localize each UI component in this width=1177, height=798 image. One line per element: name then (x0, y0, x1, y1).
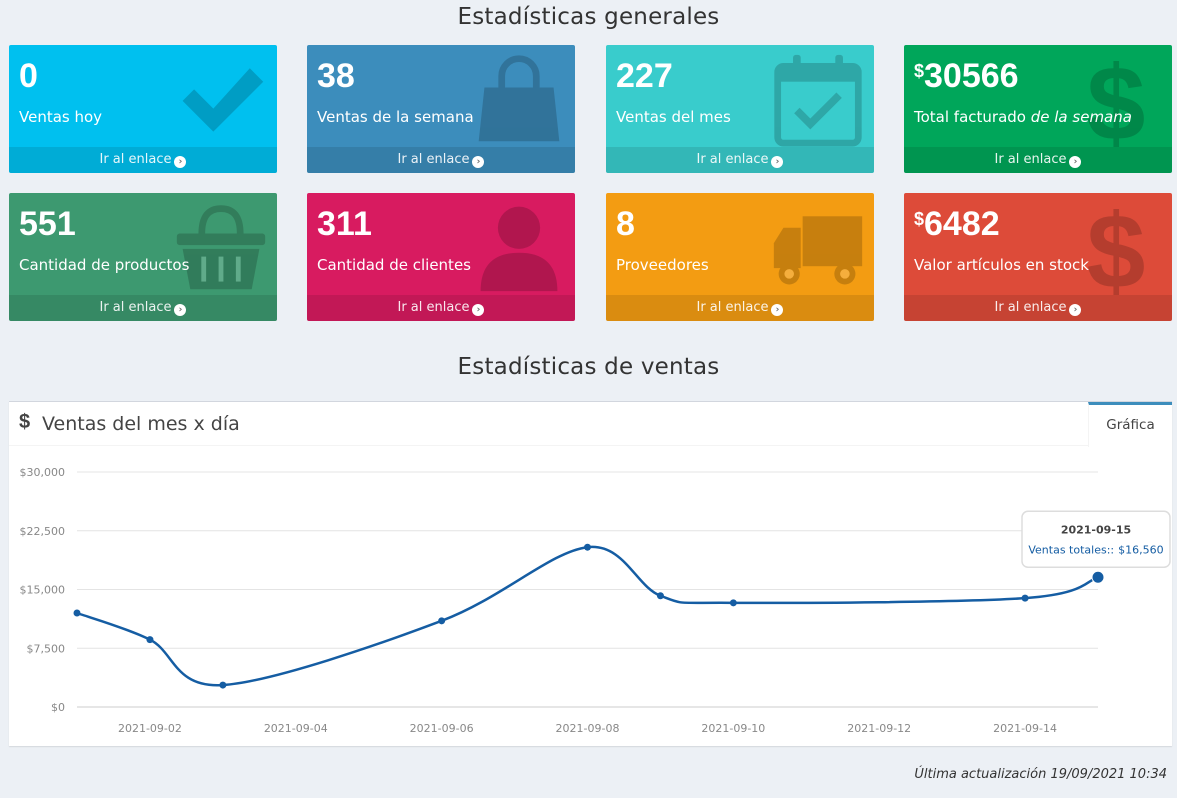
series-line (76, 545, 1099, 687)
stat-box-6: 311 Cantidad de clientes Ir al enlace › (307, 193, 575, 321)
box-link[interactable]: Ir al enlace › (606, 295, 874, 321)
arrow-circle-right-icon: › (1069, 304, 1082, 316)
dollar-icon: $ (19, 411, 31, 433)
x-tick-label: 2021-09-08 (556, 722, 620, 735)
data-point (656, 592, 664, 600)
stat-value: 311 (317, 205, 372, 243)
svg-text:$: $ (1087, 199, 1146, 295)
stat-value: $6482 (914, 205, 1000, 243)
tooltip-value: Ventas totales:: $16,560 (1028, 543, 1163, 556)
x-tick-label: 2021-09-12 (847, 722, 911, 735)
dollar-icon: $ (1068, 45, 1164, 162)
stat-label: Cantidad de clientes (317, 256, 471, 274)
tab-grafica[interactable]: Gráfica (1088, 402, 1172, 447)
box-link[interactable]: Ir al enlace › (606, 147, 874, 173)
arrow-circle-right-icon: › (771, 156, 784, 168)
data-point (1021, 594, 1029, 602)
tooltip-date: 2021-09-15 (1061, 523, 1131, 536)
arrow-circle-right-icon: › (174, 304, 187, 316)
check-icon (173, 51, 269, 147)
chart-header: $ Ventas del mes x día (9, 402, 1172, 446)
general-stats-title: Estadísticas generales (457, 4, 720, 30)
stat-value: 38 (317, 57, 355, 95)
stat-box-3: 227 Ventas del mes Ir al enlace › (606, 45, 874, 173)
stat-label: Proveedores (616, 256, 709, 274)
box-link[interactable]: Ir al enlace › (904, 295, 1172, 321)
data-point (146, 636, 154, 644)
arrow-circle-right-icon: › (472, 304, 485, 316)
calendar-check-icon (770, 51, 866, 147)
sales-line-chart: $0 $7,500 $15,000 $22,500 $30,000 2021-09-02 2… (20, 466, 1171, 735)
sales-stats-title: Estadísticas de ventas (457, 354, 720, 380)
y-tick-label: $7,500 (27, 642, 66, 655)
currency-symbol: $ (914, 61, 925, 81)
stat-value: $30566 (914, 57, 1019, 95)
stat-value: 8 (616, 205, 635, 243)
arrow-circle-right-icon: › (472, 156, 485, 168)
dollar-icon: $ (1068, 193, 1164, 310)
box-link[interactable]: Ir al enlace › (9, 147, 277, 173)
x-tick-label: 2021-09-06 (410, 722, 474, 735)
x-tick-label: 2021-09-14 (993, 722, 1057, 735)
stat-label: Valor artículos en stock (914, 256, 1089, 274)
x-tick-label: 2021-09-04 (264, 722, 328, 735)
data-point (438, 617, 446, 625)
svg-text:$: $ (1087, 51, 1146, 147)
currency-symbol: $ (914, 209, 925, 229)
data-point (584, 543, 591, 551)
stat-box-5: 551 Cantidad de productos Ir al enlace › (9, 193, 277, 321)
stat-value: 551 (19, 205, 76, 243)
user-icon (471, 199, 567, 295)
chart-title: Ventas del mes x día (42, 413, 240, 435)
tooltip-box (1021, 510, 1171, 569)
stat-box-7: 8 Proveedores Ir al enlace › (606, 193, 874, 321)
x-tick-label: 2021-09-10 (701, 722, 765, 735)
data-point (729, 599, 737, 607)
stat-label: Ventas del mes (616, 108, 731, 126)
sales-chart-panel: $ Ventas del mes x día Gráfica $0 $7,500 $… (9, 401, 1172, 746)
y-tick-label: $0 (51, 701, 65, 714)
box-link[interactable]: Ir al enlace › (307, 147, 575, 173)
truck-icon (770, 199, 866, 295)
stat-box-4: $30566 Total facturado de la semana $ Ir al… (904, 45, 1172, 173)
data-point (73, 609, 81, 617)
arrow-circle-right-icon: › (771, 304, 784, 316)
data-point (219, 681, 227, 689)
y-tick-label: $22,500 (20, 525, 66, 538)
data-point (1091, 570, 1105, 584)
last-update-text: Última actualización 19/09/2021 10:34 (914, 767, 1167, 782)
shopping-bag-icon (471, 51, 567, 147)
stat-value: 227 (616, 57, 673, 95)
stat-box-8: $6482 Valor artículos en stock $ Ir al enla… (904, 193, 1172, 321)
stat-label: Ventas de la semana (317, 108, 474, 126)
arrow-circle-right-icon: › (1069, 156, 1082, 168)
x-tick-label: 2021-09-02 (118, 722, 182, 735)
box-link[interactable]: Ir al enlace › (9, 295, 277, 321)
arrow-circle-right-icon: › (174, 156, 187, 168)
basket-icon (173, 199, 269, 295)
y-tick-label: $15,000 (20, 584, 66, 597)
box-link[interactable]: Ir al enlace › (904, 147, 1172, 173)
box-link[interactable]: Ir al enlace › (307, 295, 575, 321)
y-tick-label: $30,000 (20, 466, 66, 479)
stat-box-1: 0 Ventas hoy Ir al enlace › (9, 45, 277, 173)
stat-label: Total facturado de la semana (914, 108, 1132, 126)
stat-label: Cantidad de productos (19, 256, 190, 274)
stat-label: Ventas hoy (19, 108, 103, 126)
stat-value: 0 (19, 57, 38, 95)
stat-box-2: 38 Ventas de la semana Ir al enlace › (307, 45, 575, 173)
